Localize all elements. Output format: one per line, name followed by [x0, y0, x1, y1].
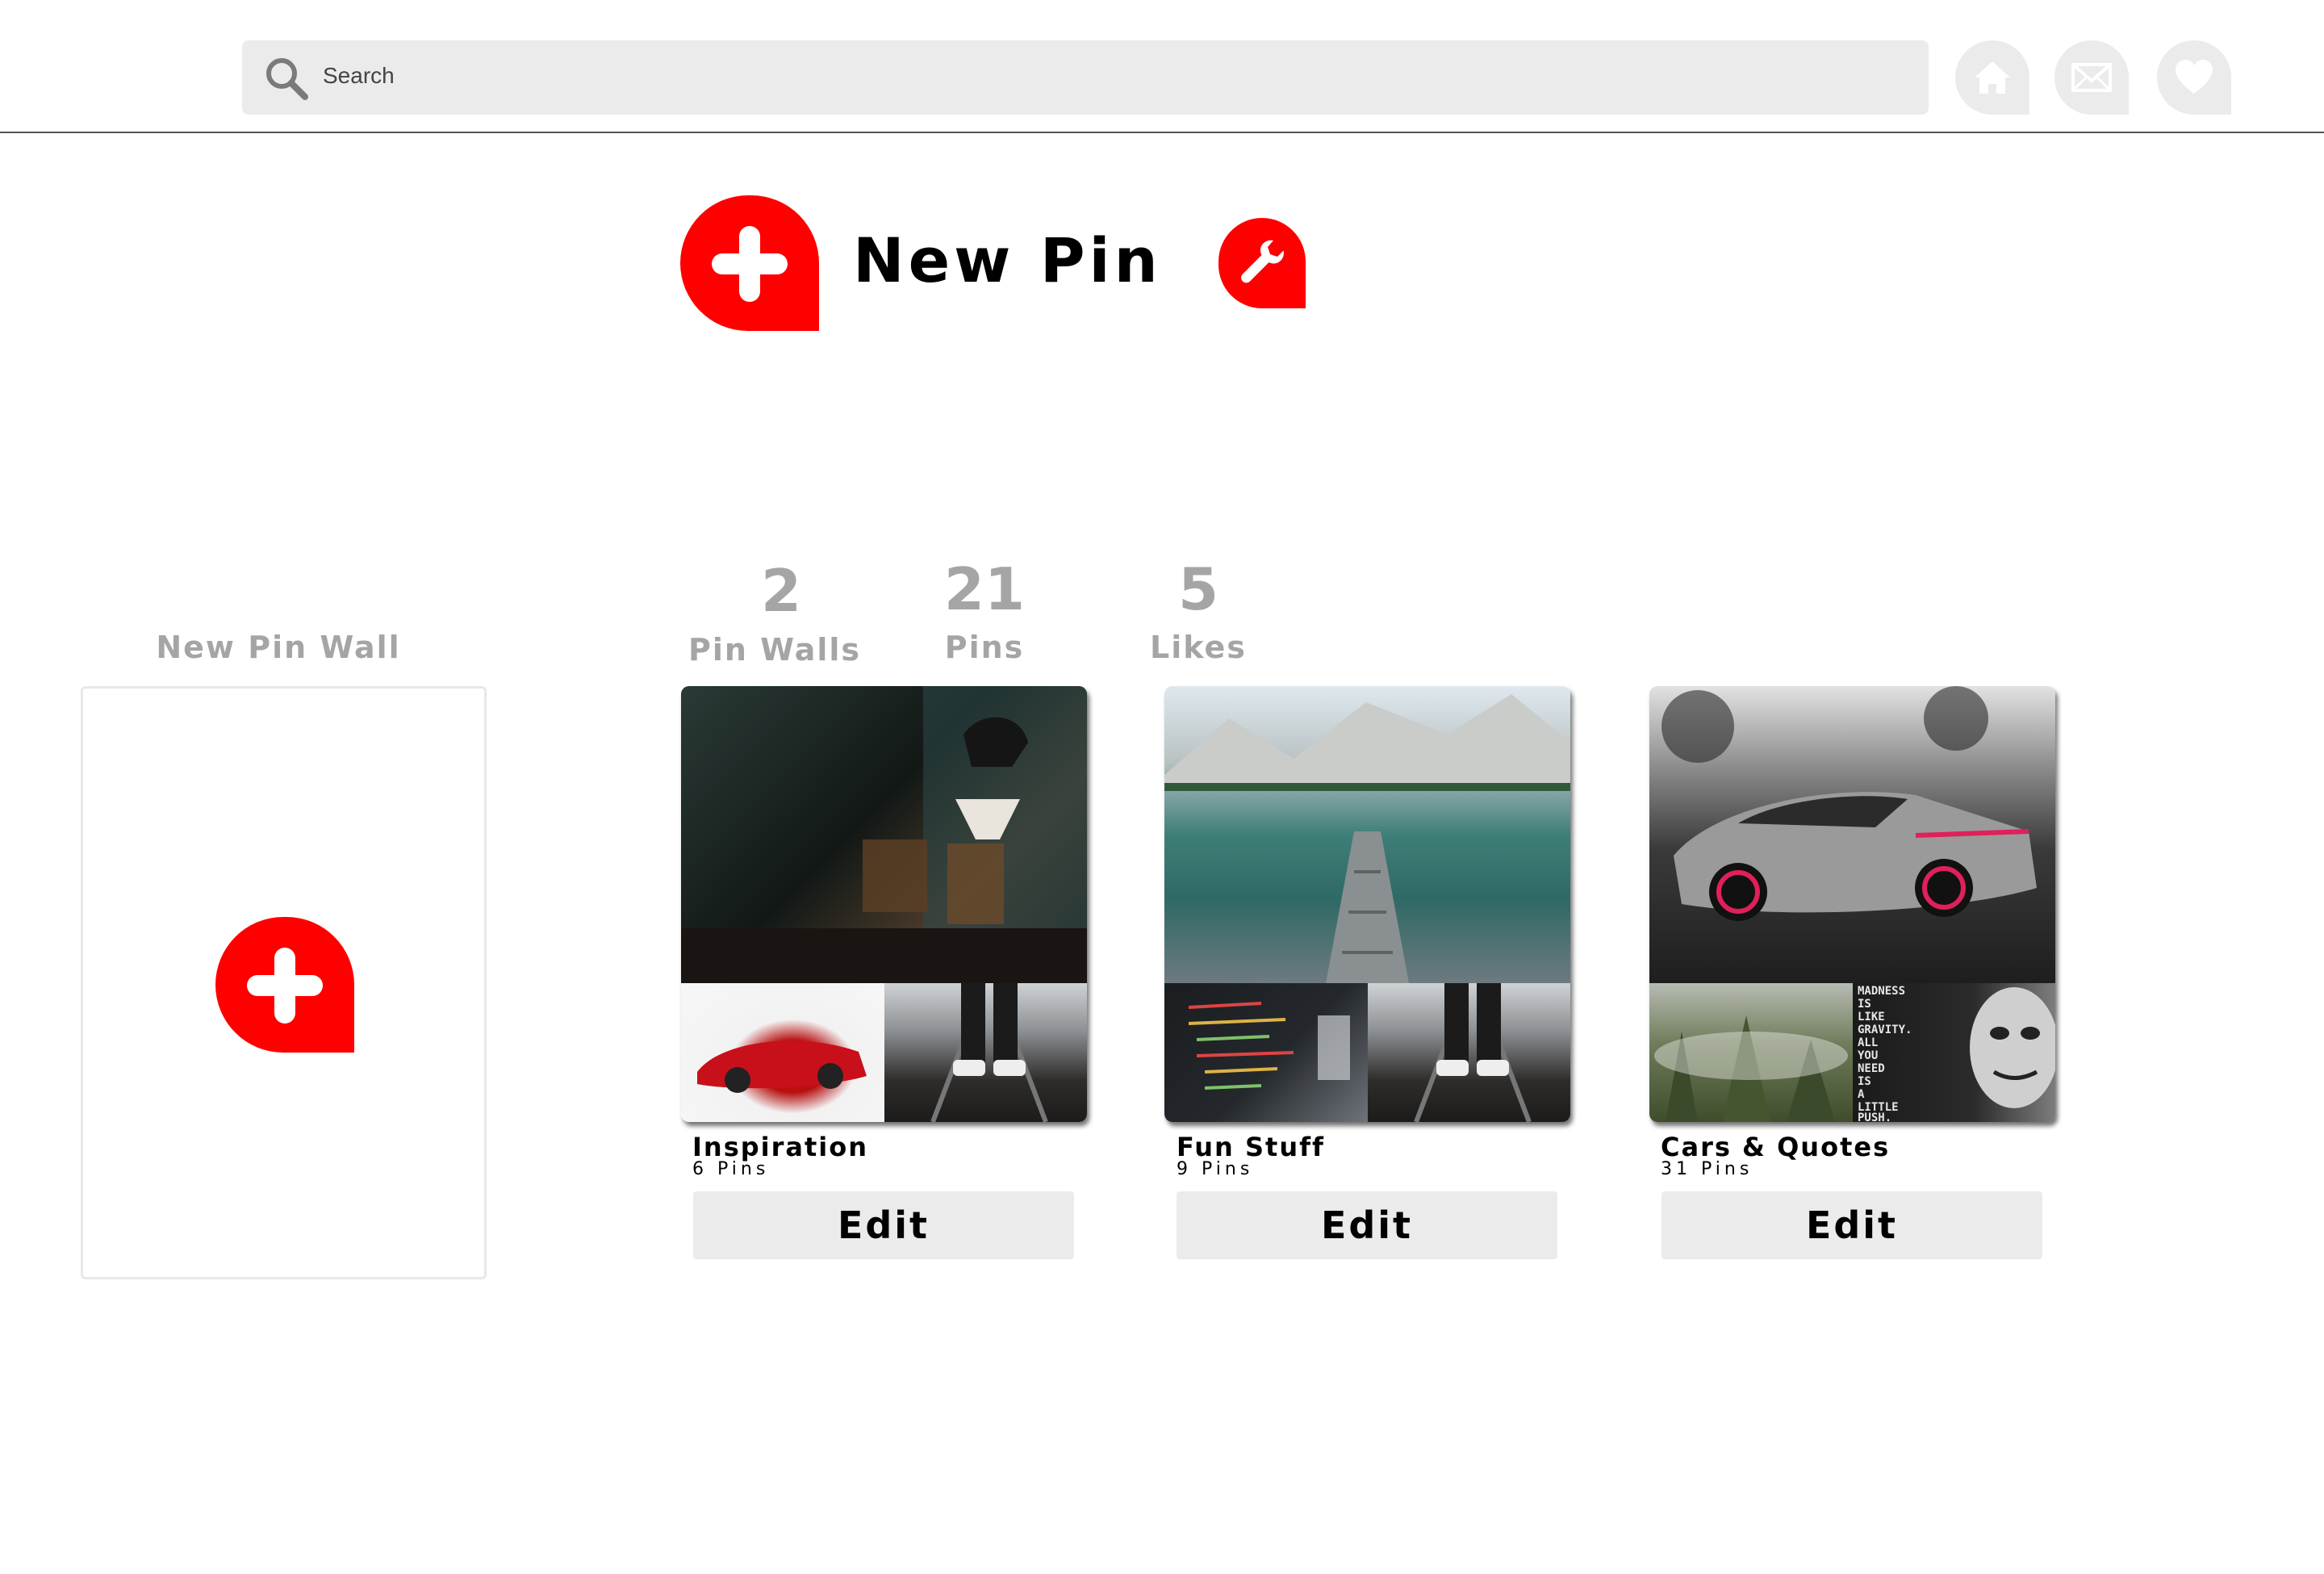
new-pin-button[interactable]: [680, 195, 819, 331]
quote-word: LIKE: [1858, 1011, 1885, 1024]
wall-pin-count: 9 Pins: [1177, 1159, 1254, 1179]
likes-button[interactable]: [2157, 40, 2231, 115]
quote-word: GRAVITY.: [1858, 1024, 1912, 1036]
wall-thumb-image: [884, 983, 1087, 1122]
header-divider: [0, 132, 2324, 133]
quote-word: IS: [1858, 1075, 1871, 1088]
wall-thumb-image: [1164, 983, 1368, 1122]
quote-word: ALL: [1858, 1036, 1878, 1049]
search-icon: [266, 58, 308, 100]
stat-pins-label: Pins: [944, 630, 1025, 665]
wall-quote-image: MADNESS IS LIKE GRAVITY. ALL YOU NEED IS…: [1853, 983, 2055, 1122]
wall-card-fun-stuff[interactable]: [1164, 686, 1570, 1122]
wrench-icon: [1241, 240, 1284, 283]
quote-word: A: [1858, 1088, 1865, 1101]
quote-word: YOU: [1858, 1049, 1878, 1062]
messages-button[interactable]: [2054, 40, 2129, 115]
search-bar[interactable]: Search: [242, 40, 1929, 115]
quote-word: MADNESS: [1858, 985, 1905, 998]
quote-word: PUSH.: [1858, 1111, 1891, 1122]
heart-icon: [2176, 60, 2213, 94]
home-button[interactable]: [1955, 40, 2029, 115]
wall-cover-image: [681, 686, 1087, 983]
wall-card-cars-quotes[interactable]: MADNESS IS LIKE GRAVITY. ALL YOU NEED IS…: [1649, 686, 2055, 1122]
plus-icon: [712, 226, 788, 302]
settings-button[interactable]: [1218, 218, 1306, 308]
stat-likes-label: Likes: [1150, 630, 1247, 665]
search-input[interactable]: Search: [323, 63, 395, 89]
wall-cover-image: [1164, 686, 1570, 983]
quote-word: IS: [1858, 998, 1871, 1011]
stat-pin-walls-value: 2: [760, 557, 802, 625]
edit-wall-button[interactable]: Edit: [1661, 1191, 2042, 1259]
wall-thumb-image: [1368, 983, 1570, 1122]
new-pin-wall-card[interactable]: [81, 686, 487, 1279]
wall-pin-count: 6 Pins: [692, 1159, 770, 1179]
add-wall-button[interactable]: [215, 917, 354, 1053]
mail-icon: [2071, 63, 2112, 92]
wall-title[interactable]: Fun Stuff: [1177, 1132, 1325, 1162]
wall-cover-image: [1649, 686, 2055, 983]
new-pin-title: New Pin: [853, 224, 1162, 296]
stat-likes-value: 5: [1177, 555, 1219, 623]
wall-title[interactable]: Cars & Quotes: [1661, 1132, 1890, 1162]
wall-title[interactable]: Inspiration: [692, 1132, 868, 1162]
quote-word: NEED: [1858, 1062, 1885, 1075]
new-pin-wall-label: New Pin Wall: [156, 630, 401, 665]
edit-wall-button[interactable]: Edit: [693, 1191, 1074, 1259]
home-icon: [1975, 61, 2010, 94]
edit-wall-button[interactable]: Edit: [1177, 1191, 1557, 1259]
stat-pin-walls-label: Pin Walls: [688, 632, 862, 668]
plus-icon: [247, 948, 323, 1024]
wall-thumb-image: [1649, 983, 1853, 1122]
stat-pins-value: 21: [943, 555, 1026, 623]
wall-thumb-image: [681, 983, 884, 1122]
wall-pin-count: 31 Pins: [1661, 1159, 1753, 1179]
wall-card-inspiration[interactable]: [681, 686, 1087, 1122]
